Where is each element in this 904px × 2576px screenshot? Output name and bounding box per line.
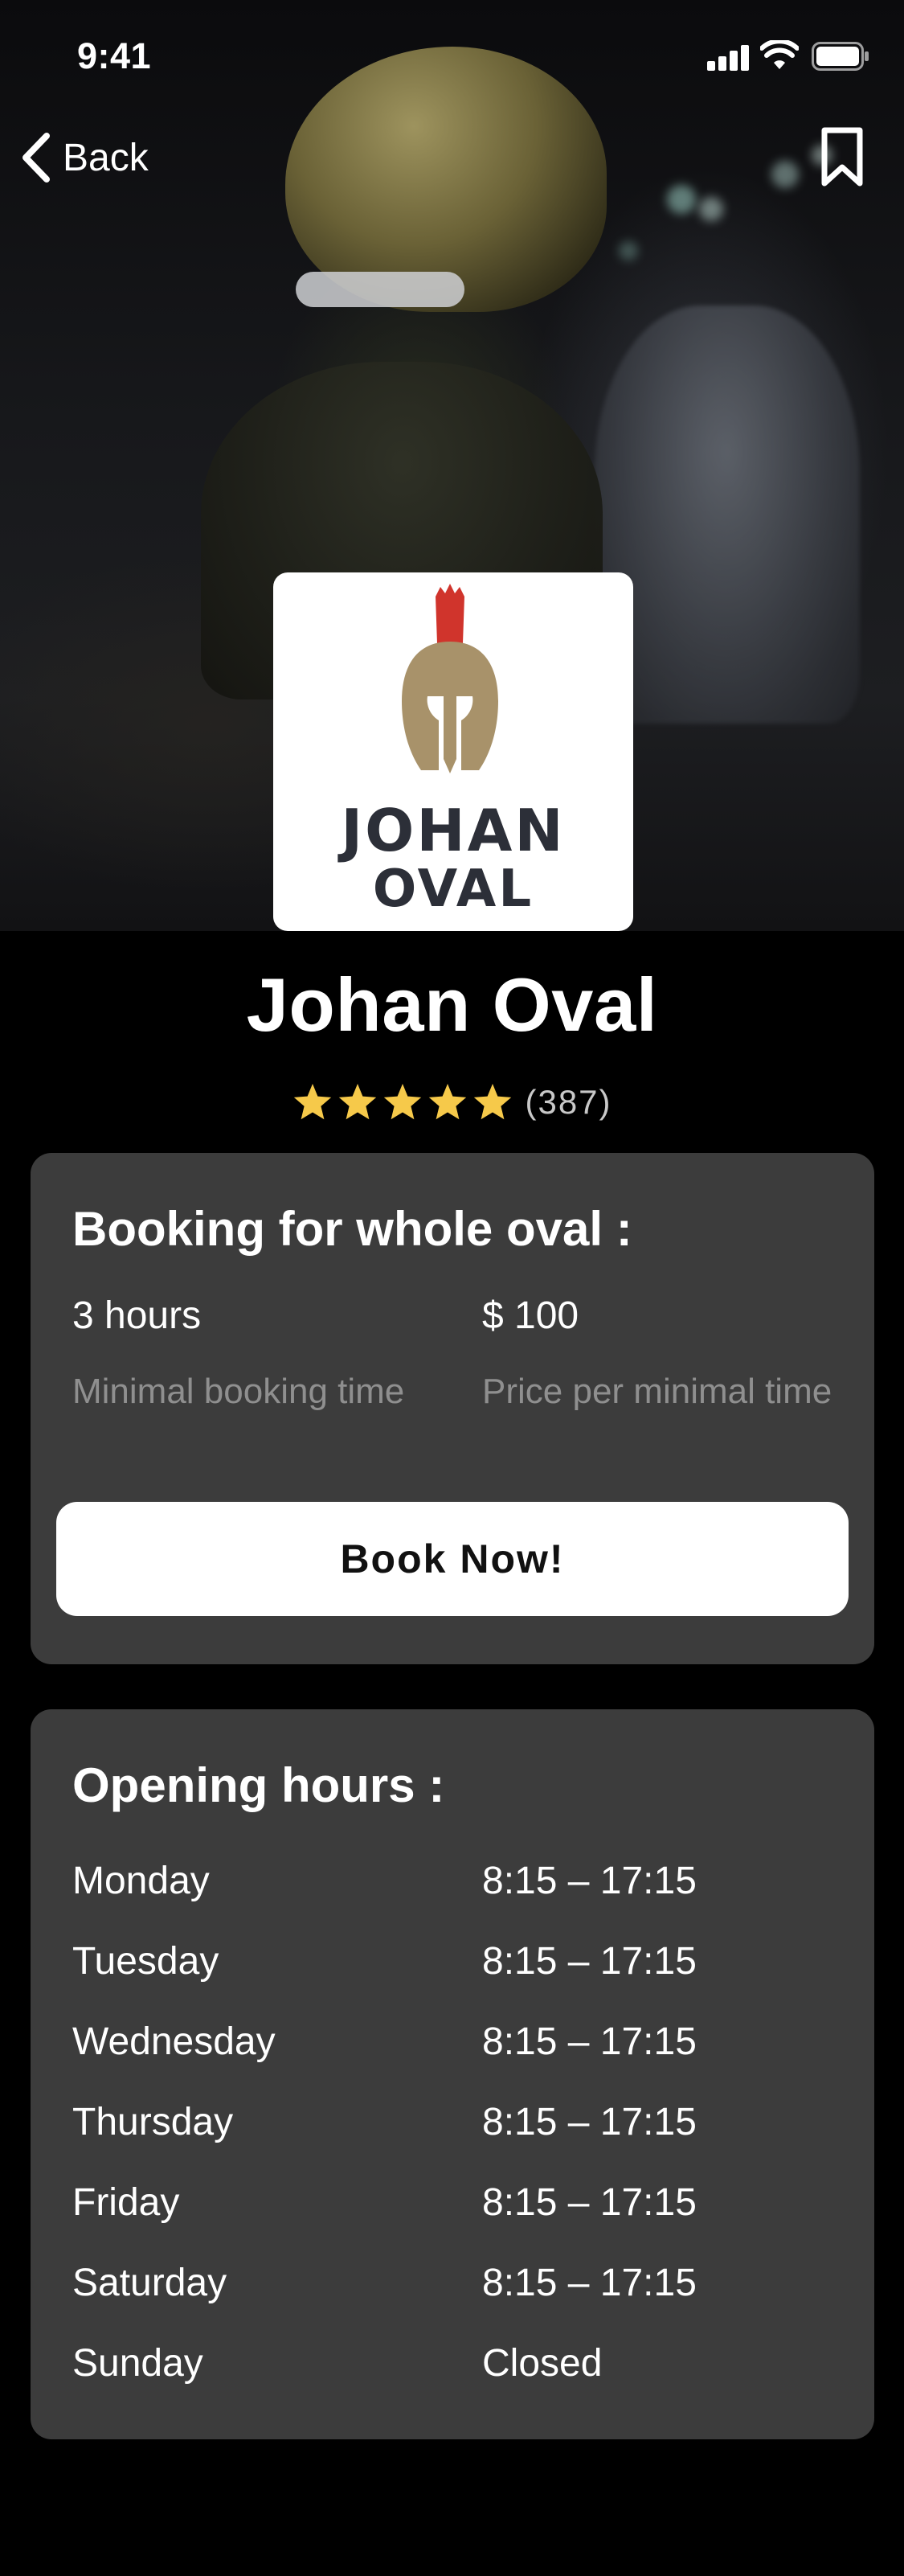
hours-value: 8:15 – 17:15 xyxy=(482,2181,697,2224)
hours-row-monday: Monday 8:15 – 17:15 xyxy=(72,1859,844,1939)
review-count: (387) xyxy=(525,1083,612,1121)
star-icon xyxy=(294,1084,332,1120)
cellular-signal-icon xyxy=(707,43,752,71)
logo-text-line2: OVAL xyxy=(372,859,534,919)
day-label: Thursday xyxy=(72,2101,234,2143)
booking-title: Booking for whole oval : xyxy=(72,1202,632,1256)
hours-row-thursday: Thursday 8:15 – 17:15 xyxy=(72,2100,844,2180)
day-label: Wednesday xyxy=(72,2020,276,2063)
logo-text-line1: JOHAN xyxy=(341,797,566,864)
price-info: $ 100 Price per minimal time xyxy=(482,1293,836,1416)
star-icon xyxy=(384,1084,422,1120)
status-time: 9:41 xyxy=(77,35,152,76)
star-icon xyxy=(474,1084,512,1120)
min-booking-value: 3 hours xyxy=(72,1294,202,1337)
rating: (387) xyxy=(0,1082,904,1122)
min-booking-label: Minimal booking time xyxy=(72,1371,405,1411)
hours-value: 8:15 – 17:15 xyxy=(482,2020,697,2063)
hours-row-sunday: Sunday Closed xyxy=(72,2341,844,2422)
opening-hours-title: Opening hours : xyxy=(72,1758,445,1812)
battery-icon xyxy=(812,42,869,71)
book-now-button[interactable]: Book Now! xyxy=(56,1502,849,1616)
star-icon xyxy=(339,1084,377,1120)
day-label: Friday xyxy=(72,2181,180,2224)
hours-row-tuesday: Tuesday 8:15 – 17:15 xyxy=(72,1939,844,2020)
opening-hours-card: Opening hours : Monday 8:15 – 17:15 Tues… xyxy=(31,1709,874,2439)
star-rating xyxy=(292,1082,513,1122)
star-icon xyxy=(429,1084,467,1120)
hours-row-saturday: Saturday 8:15 – 17:15 xyxy=(72,2261,844,2341)
price-label: Price per minimal time xyxy=(482,1371,832,1411)
booking-card: Booking for whole oval : 3 hours Minimal… xyxy=(31,1153,874,1664)
hours-value: 8:15 – 17:15 xyxy=(482,2101,697,2143)
bookmark-icon[interactable] xyxy=(818,127,866,188)
hours-value: 8:15 – 17:15 xyxy=(482,1860,697,1902)
chevron-left-icon xyxy=(22,133,50,183)
back-button[interactable]: Back xyxy=(18,129,149,187)
wifi-icon xyxy=(760,40,799,69)
price-value: $ 100 xyxy=(482,1294,579,1337)
opening-hours-list: Monday 8:15 – 17:15 Tuesday 8:15 – 17:15… xyxy=(72,1859,844,2422)
back-label: Back xyxy=(63,136,149,179)
hours-value: 8:15 – 17:15 xyxy=(482,1940,697,1983)
hours-row-wednesday: Wednesday 8:15 – 17:15 xyxy=(72,2020,844,2100)
hours-value: Closed xyxy=(482,2342,603,2385)
hours-row-friday: Friday 8:15 – 17:15 xyxy=(72,2180,844,2261)
day-label: Saturday xyxy=(72,2262,227,2304)
day-label: Tuesday xyxy=(72,1940,219,1983)
venue-logo: JOHAN OVAL xyxy=(273,572,633,931)
day-label: Monday xyxy=(72,1860,210,1902)
venue-title: Johan Oval xyxy=(246,962,658,1047)
day-label: Sunday xyxy=(72,2342,203,2385)
hours-value: 8:15 – 17:15 xyxy=(482,2262,697,2304)
min-booking-info: 3 hours Minimal booking time xyxy=(72,1293,426,1416)
status-bar: 9:41 xyxy=(0,0,904,106)
spartan-helmet-icon xyxy=(402,584,498,773)
